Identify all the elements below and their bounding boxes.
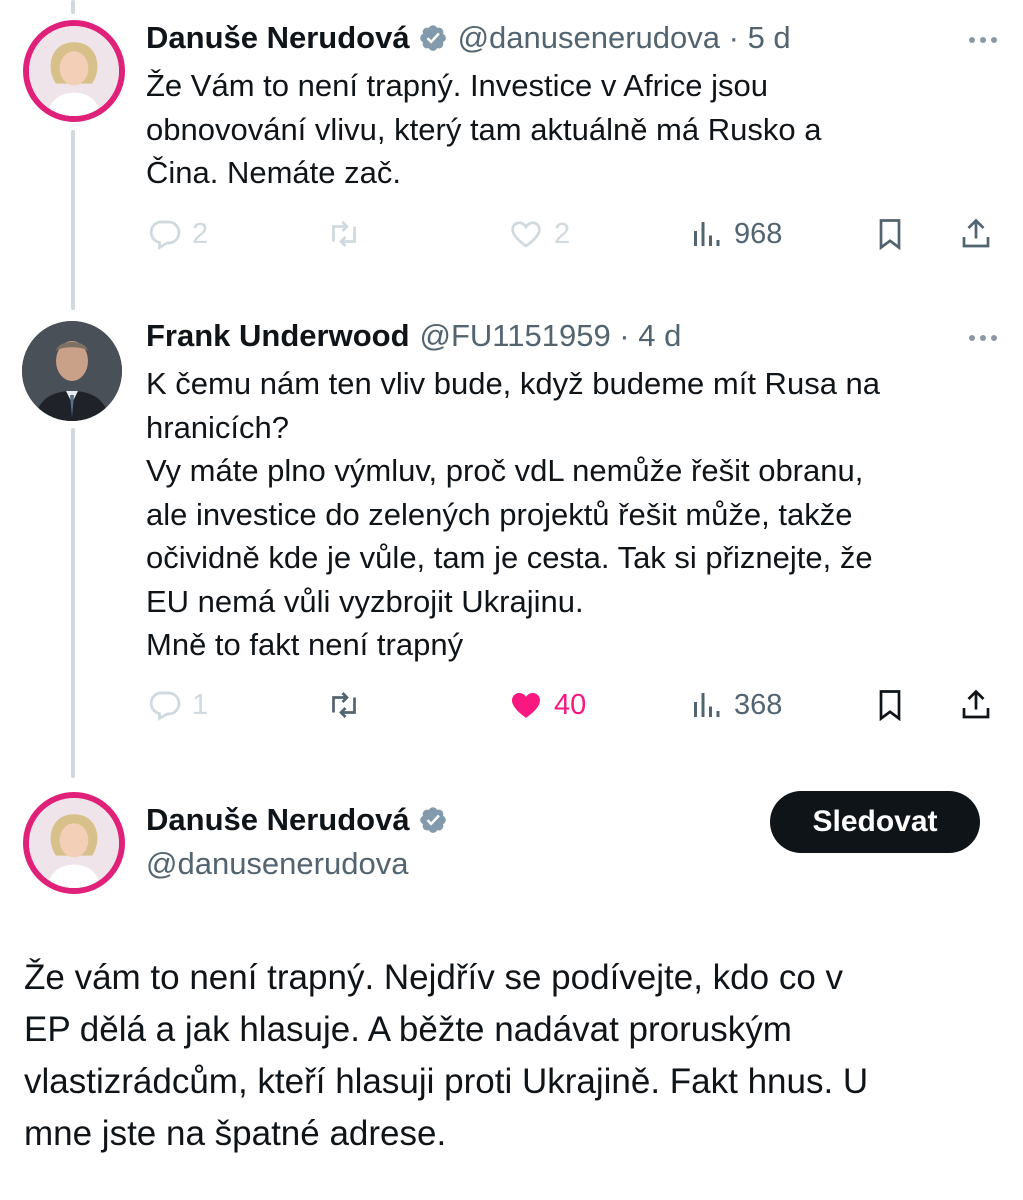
share-icon: [962, 218, 990, 248]
heart-filled-icon: [512, 693, 540, 718]
main-line: Že vám to není trapný. Nejdřív se podíve…: [24, 958, 844, 997]
share-button[interactable]: [958, 216, 994, 252]
main-line: mne jste na špatné adrese.: [24, 1114, 447, 1153]
bookmark-button[interactable]: [872, 216, 908, 252]
heart-icon: [511, 221, 541, 248]
tweet2-line: Vy máte plno výmluv, proč vdL nemůže řeš…: [146, 453, 864, 488]
tweet1-header: Danuše Nerudová @danusenerudova · 5 d: [146, 20, 791, 56]
avatar-danuse-main[interactable]: [23, 792, 125, 894]
tweet2-line: ale investice do zelených projektů řešit…: [146, 496, 853, 532]
avatar-frank-underwood[interactable]: [22, 321, 122, 421]
reply-icon: [149, 220, 181, 250]
tweet2-line: K čemu nám ten vliv bude, když budeme mí…: [146, 366, 881, 401]
share-icon: [962, 689, 990, 719]
tweet1-line: Čina. Nemáte zač.: [146, 155, 401, 190]
tweet1-text: Že Vám to není trapný. Investice v Afric…: [146, 64, 996, 195]
tweet1-handle[interactable]: @danusenerudova · 5 d: [458, 20, 791, 56]
views-button[interactable]: 968: [688, 216, 782, 252]
tweet1-more-icon[interactable]: [969, 37, 997, 43]
main-header: Danuše Nerudová: [146, 802, 448, 838]
thread-line-2: [71, 428, 75, 778]
tweet2-handle[interactable]: @FU1151959 · 4 d: [420, 318, 682, 354]
bookmark-icon: [879, 690, 901, 722]
like-count: 40: [554, 688, 587, 721]
views-icon: [694, 222, 720, 246]
like-button[interactable]: 40: [508, 687, 586, 723]
bookmark-icon: [879, 219, 901, 251]
main-handle[interactable]: @danusenerudova: [146, 846, 408, 882]
reply-button[interactable]: 2: [146, 216, 208, 252]
like-button[interactable]: 2: [508, 216, 570, 252]
retweet-icon: [332, 221, 356, 247]
main-line: vlastizrádcům, kteří hlasuji proti Ukraj…: [24, 1062, 869, 1101]
tweet2-header: Frank Underwood @FU1151959 · 4 d: [146, 318, 681, 354]
views-count: 968: [734, 217, 783, 250]
retweet-icon: [332, 692, 356, 718]
share-button[interactable]: [958, 687, 994, 723]
reply-button[interactable]: 1: [146, 687, 208, 723]
tweet1-author-name[interactable]: Danuše Nerudová: [146, 20, 410, 56]
follow-button[interactable]: Sledovat: [770, 791, 980, 853]
like-count: 2: [554, 217, 571, 250]
retweet-button[interactable]: [326, 687, 362, 723]
main-author-name[interactable]: Danuše Nerudová: [146, 802, 410, 838]
reply-count: 1: [192, 688, 209, 721]
views-count: 368: [734, 688, 783, 721]
verified-badge-icon: [419, 25, 446, 51]
main-handle-row: @danusenerudova: [146, 846, 408, 882]
tweet2-text: K čemu nám ten vliv bude, když budeme mí…: [146, 362, 996, 667]
thread-line-top: [71, 0, 75, 14]
tweet1-line: obnovování vlivu, který tam aktuálně má …: [146, 111, 822, 147]
bookmark-button[interactable]: [872, 687, 908, 723]
tweet2-line: očividně kde je vůle, tam je cesta. Tak …: [146, 540, 873, 575]
tweet2-line: hranicích?: [146, 409, 290, 445]
main-tweet-text: Že vám to není trapný. Nejdřív se podíve…: [24, 952, 1004, 1160]
retweet-button[interactable]: [326, 216, 362, 252]
verified-badge-icon: [419, 807, 446, 833]
reply-count: 2: [192, 217, 209, 250]
reply-icon: [149, 691, 181, 721]
tweet2-line: Mně to fakt není trapný: [146, 627, 464, 662]
tweet2-more-icon[interactable]: [969, 335, 997, 341]
tweet2-actions: 1 40 368: [146, 687, 998, 731]
tweet2-line: EU nemá vůli vyzbrojit Ukrajinu.: [146, 583, 584, 619]
tweet1-actions: 2 2 968: [146, 216, 998, 260]
main-line: EP dělá a jak hlasuje. A běžte nadávat p…: [24, 1010, 792, 1049]
views-button[interactable]: 368: [688, 687, 782, 723]
views-icon: [694, 693, 720, 717]
tweet2-author-name[interactable]: Frank Underwood: [146, 318, 410, 354]
thread-line-1: [71, 130, 75, 310]
avatar-danuse-1[interactable]: [23, 20, 125, 122]
tweet1-line: Že Vám to není trapný. Investice v Afric…: [146, 68, 769, 103]
